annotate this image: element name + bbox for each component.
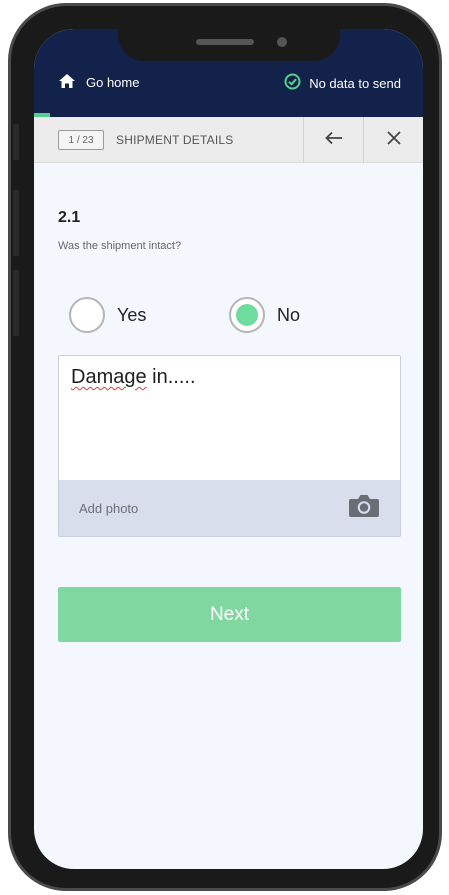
mute-switch (13, 124, 19, 160)
go-home-link[interactable]: Go home (58, 73, 139, 92)
option-yes-label: Yes (117, 304, 147, 325)
volume-up-button (13, 190, 19, 256)
speaker-grille (196, 39, 254, 45)
home-icon (58, 73, 76, 92)
phone-notch (118, 29, 340, 61)
option-no-label: No (277, 304, 301, 325)
sync-status-label: No data to send (309, 75, 401, 91)
volume-down-button (13, 270, 19, 336)
answer-textarea[interactable]: Damage in..... Add photo (58, 355, 401, 537)
question-text: Was the shipment intact? (58, 240, 182, 252)
sync-status: No data to send (284, 73, 401, 93)
back-button[interactable] (303, 117, 363, 163)
add-photo-label: Add photo (79, 500, 139, 516)
step-header: 1 / 23 SHIPMENT DETAILS (34, 117, 423, 163)
app-screen: Go home No data to send 1 / 23 SHIPMENT … (34, 29, 423, 869)
close-button[interactable] (363, 117, 423, 163)
section-title: SHIPMENT DETAILS (116, 133, 234, 147)
step-counter: 1 / 23 (58, 130, 104, 150)
radio-yes[interactable] (69, 297, 105, 333)
add-photo-bar[interactable]: Add photo (59, 480, 400, 536)
front-camera (277, 37, 287, 47)
radio-no[interactable] (229, 297, 265, 333)
close-icon (386, 130, 401, 150)
check-circle-icon (284, 73, 301, 93)
misspelled-word: Damage (71, 366, 147, 388)
option-no[interactable]: No (229, 297, 300, 333)
next-button[interactable]: Next (58, 587, 401, 642)
answer-value[interactable]: Damage in..... (71, 366, 196, 389)
question-number: 2.1 (58, 209, 81, 226)
go-home-label: Go home (86, 75, 140, 90)
arrow-left-icon (324, 131, 343, 150)
radio-selected-dot (236, 304, 258, 326)
answer-value-rest: in..... (146, 366, 196, 388)
camera-icon[interactable] (348, 493, 380, 524)
option-yes[interactable]: Yes (69, 297, 146, 333)
